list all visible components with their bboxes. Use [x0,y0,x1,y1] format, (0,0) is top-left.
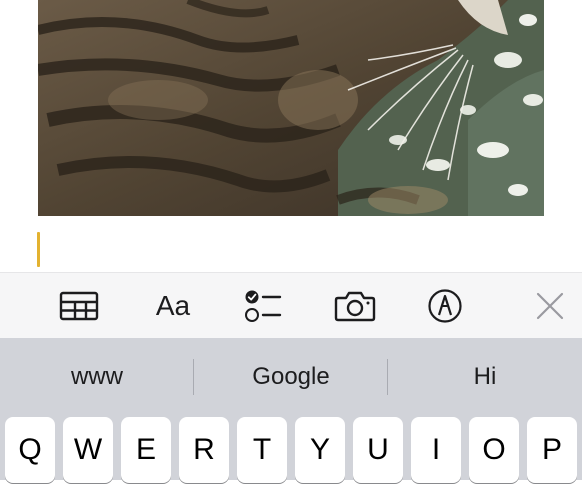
close-toolbar-button[interactable] [530,273,570,339]
key-r[interactable]: R [179,417,229,483]
key-y[interactable]: Y [295,417,345,483]
checklist-button[interactable] [240,273,284,339]
camera-icon [334,290,376,322]
key-o[interactable]: O [469,417,519,483]
text-format-button[interactable]: Aa [146,273,200,339]
camera-button[interactable] [332,273,378,339]
key-q[interactable]: Q [5,417,55,483]
predictive-text-bar: www Google Hi [0,338,582,416]
attached-cat-photo[interactable] [38,0,544,216]
key-w[interactable]: W [63,417,113,483]
note-body[interactable] [0,0,582,272]
key-t[interactable]: T [237,417,287,483]
key-i[interactable]: I [411,417,461,483]
markup-pen-icon [427,288,463,324]
markup-button[interactable] [424,273,466,339]
key-u[interactable]: U [353,417,403,483]
close-icon [535,291,565,321]
key-e[interactable]: E [121,417,171,483]
text-cursor [37,232,40,267]
suggestion-2[interactable]: Google [194,338,388,416]
notes-formatting-toolbar: Aa [0,272,582,339]
key-p[interactable]: P [527,417,577,483]
keyboard-row-1: Q W E R T Y U I O P [0,417,582,487]
suggestion-3[interactable]: Hi [388,338,582,416]
table-icon [59,290,99,322]
suggestion-1[interactable]: www [0,338,194,416]
text-format-label: Aa [155,290,191,321]
keyboard: www Google Hi Q W E R T Y U I O P [0,338,582,483]
cat-photo-image [38,0,544,216]
table-button[interactable] [56,273,102,339]
checklist-icon [242,288,282,324]
